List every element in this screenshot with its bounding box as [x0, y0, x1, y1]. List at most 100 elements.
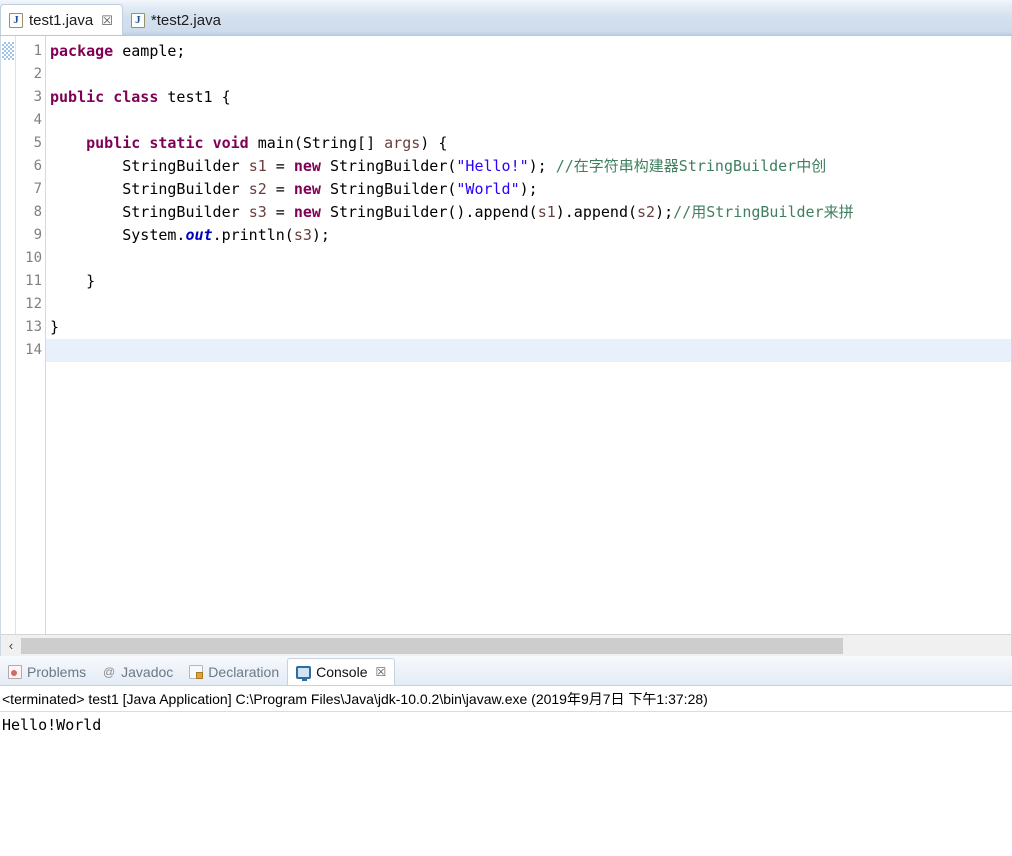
code-token-plain: StringBuilder(	[329, 180, 457, 198]
line-number: 3	[33, 89, 42, 105]
line-number: 1	[33, 43, 42, 59]
code-line[interactable]	[46, 109, 1011, 132]
code-line[interactable]: StringBuilder s3 = new StringBuilder().a…	[46, 201, 1011, 224]
tab-label: Console	[316, 664, 368, 680]
code-line[interactable]: }	[46, 316, 1011, 339]
code-token-plain: );	[528, 157, 556, 175]
close-icon[interactable]: ☒	[376, 665, 387, 679]
code-line[interactable]	[46, 247, 1011, 270]
code-token-plain: =	[266, 203, 294, 221]
code-token-plain: StringBuilder().append(	[329, 203, 538, 221]
line-number-ruler: 1 2 3 4 5 6 7 8 9 10 11 12 13 14	[16, 36, 46, 634]
line-number: 12	[25, 296, 42, 312]
line-number: 13	[25, 319, 42, 335]
console-icon	[296, 665, 312, 681]
code-token-cmt: //在字符串构建器StringBuilder中创	[555, 157, 827, 175]
line-number: 9	[33, 227, 42, 243]
console-launch-status: <terminated> test1 [Java Application] C:…	[0, 686, 1012, 712]
line-number: 4	[33, 112, 42, 128]
code-token-kw: public	[86, 134, 150, 152]
code-line[interactable]: StringBuilder s2 = new StringBuilder("Wo…	[46, 178, 1011, 201]
code-token-plain: main(String[]	[257, 134, 385, 152]
java-file-icon	[9, 12, 23, 28]
code-line[interactable]	[46, 293, 1011, 316]
line-number: 6	[33, 158, 42, 174]
code-token-plain: StringBuilder	[50, 203, 249, 221]
line-number: 14	[25, 342, 42, 358]
problems-icon	[8, 665, 22, 679]
editor-horizontal-scrollbar[interactable]: ‹	[0, 634, 1012, 656]
code-token-plain: ).append(	[555, 203, 638, 221]
line-number: 8	[33, 204, 42, 220]
tab-javadoc[interactable]: @ Javadoc	[94, 659, 181, 685]
editor-area: 1 2 3 4 5 6 7 8 9 10 11 12 13 14 package…	[1, 36, 1011, 634]
declaration-icon	[189, 665, 204, 679]
line-number: 10	[25, 250, 42, 266]
code-line[interactable]: public class test1 {	[46, 86, 1011, 109]
code-token-plain: StringBuilder(	[329, 157, 457, 175]
code-line[interactable]: System.out.println(s3);	[46, 224, 1011, 247]
editor-tab-bar: test1.java ☒ *test2.java	[0, 0, 1012, 36]
close-icon[interactable]: ☒	[101, 14, 113, 27]
line-number: 5	[33, 135, 42, 151]
code-token-loc: args	[384, 134, 421, 152]
scrollbar-thumb[interactable]	[21, 637, 843, 654]
code-token-kw: new	[293, 157, 330, 175]
code-token-loc: s1	[537, 203, 556, 221]
line-number: 11	[25, 273, 42, 289]
tab-label: Declaration	[208, 664, 280, 680]
code-token-plain: test1 {	[167, 88, 231, 106]
code-token-plain: ) {	[420, 134, 448, 152]
tab-problems[interactable]: Problems	[0, 659, 94, 685]
console-output[interactable]: Hello!World	[0, 712, 1012, 734]
scroll-left-icon[interactable]: ‹	[1, 636, 21, 656]
tab-declaration[interactable]: Declaration	[181, 659, 287, 685]
code-line[interactable]: public static void main(String[] args) {	[46, 132, 1011, 155]
code-editor[interactable]: 1 2 3 4 5 6 7 8 9 10 11 12 13 14 package…	[0, 36, 1012, 634]
code-token-plain: );	[655, 203, 674, 221]
code-token-plain: .println(	[212, 226, 294, 244]
code-token-loc: s1	[248, 157, 267, 175]
code-token-kw: class	[113, 88, 168, 106]
code-token-str: "World"	[456, 180, 520, 198]
code-token-kw: new	[293, 180, 330, 198]
code-token-loc: s2	[637, 203, 656, 221]
code-token-plain: eample;	[122, 42, 186, 60]
code-token-plain: =	[266, 180, 294, 198]
code-token-loc: s3	[293, 226, 312, 244]
code-token-kw: new	[293, 203, 330, 221]
code-token-str: "Hello!"	[456, 157, 529, 175]
code-token-plain: StringBuilder	[50, 157, 249, 175]
tab-label: Javadoc	[121, 664, 174, 680]
bottom-view-stack: Problems @ Javadoc Declaration Console ☒…	[0, 656, 1012, 822]
scrollbar-track[interactable]	[21, 637, 1011, 654]
code-token-plain: );	[519, 180, 538, 198]
code-token-plain: System.	[50, 226, 186, 244]
code-token-kw: package	[50, 42, 123, 60]
source-code-text[interactable]: package eample; public class test1 { publ…	[46, 36, 1011, 634]
view-tab-bar: Problems @ Javadoc Declaration Console ☒	[0, 656, 1012, 686]
annotation-ruler[interactable]	[1, 36, 16, 634]
line-number: 7	[33, 181, 42, 197]
code-token-kw: static	[149, 134, 213, 152]
editor-tab-label: *test2.java	[150, 11, 221, 29]
code-line[interactable]: StringBuilder s1 = new StringBuilder("He…	[46, 155, 1011, 178]
code-token-loc: s2	[248, 180, 267, 198]
javadoc-icon: @	[103, 665, 116, 679]
code-token-kw: void	[212, 134, 258, 152]
code-line[interactable]	[46, 63, 1011, 86]
editor-tab-test2[interactable]: *test2.java	[123, 5, 230, 35]
occurrence-marker-icon	[2, 42, 14, 60]
code-line[interactable]: }	[46, 270, 1011, 293]
editor-tab-label: test1.java	[29, 11, 94, 29]
editor-tab-test1[interactable]: test1.java ☒	[0, 4, 123, 35]
code-line[interactable]: package eample;	[46, 40, 1011, 63]
tab-label: Problems	[27, 664, 87, 680]
code-line[interactable]	[46, 339, 1011, 362]
tab-console[interactable]: Console ☒	[287, 658, 396, 685]
code-token-plain: }	[50, 318, 60, 336]
code-token-kw: public	[50, 88, 114, 106]
code-token-plain: =	[266, 157, 294, 175]
code-token-fld: out	[185, 226, 213, 244]
